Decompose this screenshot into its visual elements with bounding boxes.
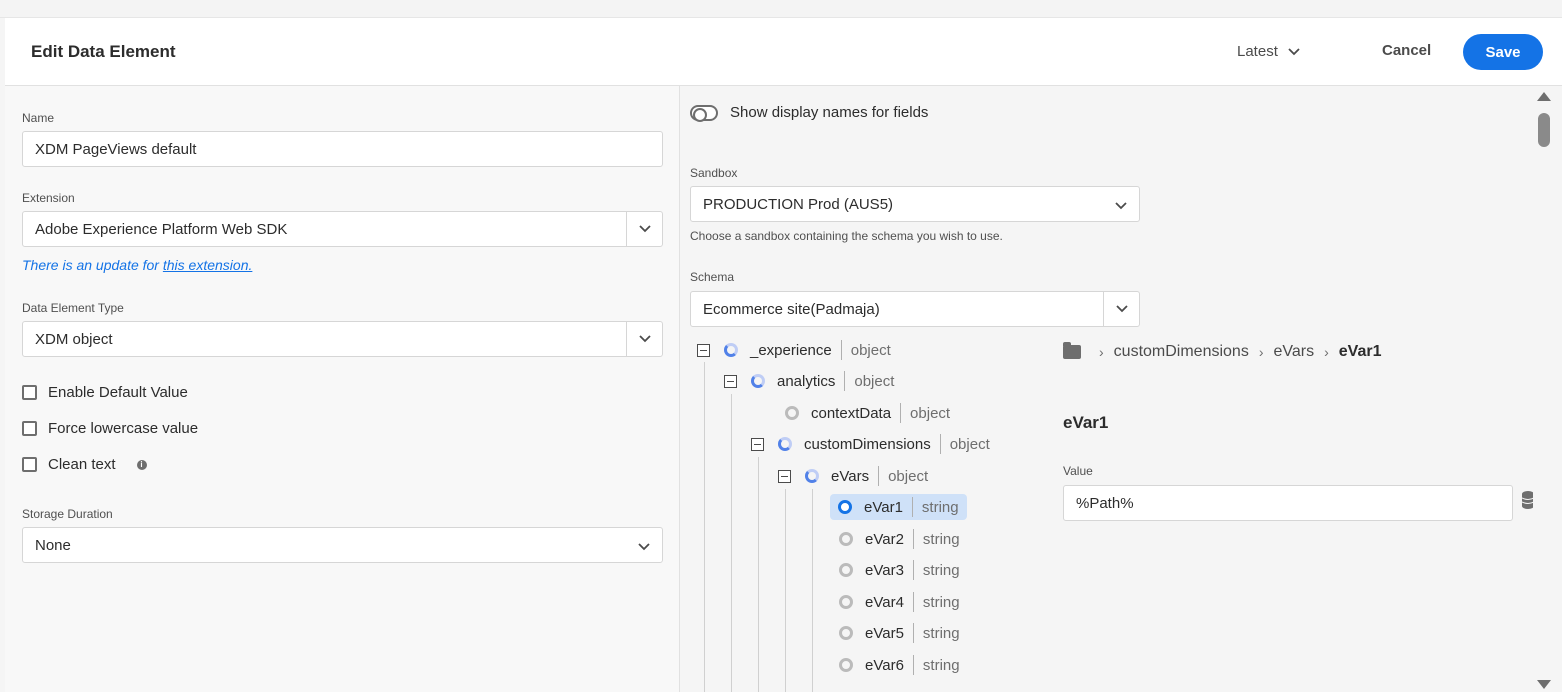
scrollbar-thumb[interactable] <box>1538 113 1550 147</box>
extension-select[interactable]: Adobe Experience Platform Web SDK <box>22 211 663 247</box>
storage-duration-value: None <box>35 536 71 554</box>
checkbox-label: Enable Default Value <box>48 384 188 401</box>
chevron-down-icon <box>638 335 651 343</box>
node-icon <box>839 658 853 672</box>
object-node-icon <box>751 374 765 388</box>
checkbox-label: Clean text <box>48 456 116 473</box>
scroll-up-arrow-icon[interactable] <box>1537 92 1551 101</box>
node-icon <box>839 532 853 546</box>
enable-default-value-checkbox[interactable]: Enable Default Value <box>22 384 188 401</box>
tree-node-evars[interactable]: eVars object <box>778 463 928 489</box>
collapse-icon[interactable] <box>751 437 764 451</box>
tree-guide-line <box>758 457 759 692</box>
object-node-icon <box>805 469 819 483</box>
page-title: Edit Data Element <box>31 42 176 61</box>
checkbox-box[interactable] <box>22 385 37 400</box>
tree-node-evar6[interactable]: eVar6 string <box>839 652 960 678</box>
schema-label: Schema <box>690 270 735 284</box>
schema-dropdown-button[interactable] <box>1103 292 1139 326</box>
chevron-down-icon <box>1115 305 1128 313</box>
node-icon <box>785 406 799 420</box>
name-field[interactable]: XDM PageViews default <box>22 131 663 167</box>
name-label: Name <box>22 111 55 125</box>
checkbox-box[interactable] <box>22 421 37 436</box>
collapse-icon[interactable] <box>778 469 791 483</box>
node-icon <box>839 563 853 577</box>
tree-node-contextdata[interactable]: contextData object <box>785 400 950 426</box>
save-button[interactable]: Save <box>1463 34 1543 70</box>
tree-node-evar4[interactable]: eVar4 string <box>839 589 960 615</box>
tree-guide-line <box>704 362 705 692</box>
extension-value: Adobe Experience Platform Web SDK <box>35 220 288 238</box>
chevron-down-icon <box>1115 197 1127 214</box>
name-value: XDM PageViews default <box>35 140 197 158</box>
schema-value: Ecommerce site(Padmaja) <box>703 300 880 318</box>
chevron-down-icon <box>638 538 650 555</box>
tree-node-evar2[interactable]: eVar2 string <box>839 526 960 552</box>
sandbox-value: PRODUCTION Prod (AUS5) <box>703 195 894 213</box>
display-names-toggle-label: Show display names for fields <box>730 104 929 121</box>
chevron-down-icon <box>1288 47 1300 55</box>
collapse-icon[interactable] <box>697 343 710 357</box>
schema-select[interactable]: Ecommerce site(Padmaja) <box>690 291 1140 327</box>
storage-duration-label: Storage Duration <box>22 507 113 521</box>
field-breadcrumb: › customDimensions › eVars › eVar1 <box>1063 342 1382 361</box>
info-icon[interactable]: i <box>136 459 147 470</box>
tree-node-experience[interactable]: _experience object <box>697 337 891 363</box>
scroll-down-arrow-icon[interactable] <box>1537 680 1551 689</box>
tree-node-evar3[interactable]: eVar3 string <box>839 557 960 583</box>
node-icon <box>839 626 853 640</box>
data-element-type-label: Data Element Type <box>22 301 124 315</box>
force-lowercase-checkbox[interactable]: Force lowercase value <box>22 420 198 437</box>
chevron-down-icon <box>638 225 651 233</box>
type-dropdown-button[interactable] <box>626 322 662 356</box>
tree-guide-line <box>785 489 786 692</box>
version-select[interactable]: Latest <box>1237 43 1300 60</box>
data-element-type-value: XDM object <box>35 330 113 348</box>
tree-node-analytics[interactable]: analytics object <box>724 368 894 394</box>
breadcrumb-item[interactable]: eVars <box>1274 343 1315 361</box>
field-detail-title: eVar1 <box>1063 413 1109 432</box>
object-node-icon <box>778 437 792 451</box>
extension-dropdown-button[interactable] <box>626 212 662 246</box>
data-element-type-select[interactable]: XDM object <box>22 321 663 357</box>
tree-node-evar5[interactable]: eVar5 string <box>839 620 960 646</box>
storage-duration-select[interactable]: None <box>22 527 663 563</box>
checkbox-label: Force lowercase value <box>48 420 199 437</box>
value-input-text: %Path% <box>1076 494 1134 512</box>
extension-label: Extension <box>22 191 75 205</box>
sandbox-label: Sandbox <box>690 166 738 180</box>
object-node-icon <box>724 343 738 357</box>
selected-node-icon <box>838 500 852 514</box>
top-strip <box>0 0 1562 18</box>
version-label: Latest <box>1237 43 1278 60</box>
cancel-button[interactable]: Cancel <box>1382 42 1431 59</box>
display-names-toggle[interactable] <box>690 105 718 122</box>
value-input[interactable]: %Path% <box>1063 485 1513 521</box>
extension-update-link[interactable]: this extension. <box>163 257 253 273</box>
breadcrumb-current: eVar1 <box>1338 343 1382 360</box>
tree-guide-line <box>731 394 732 692</box>
node-icon <box>839 595 853 609</box>
value-label: Value <box>1063 464 1093 478</box>
clean-text-checkbox[interactable]: Clean text i <box>22 456 147 473</box>
sandbox-select[interactable]: PRODUCTION Prod (AUS5) <box>690 186 1140 222</box>
checkbox-box[interactable] <box>22 457 37 472</box>
tree-guide-line <box>812 489 813 692</box>
page-header: Edit Data Element Latest Cancel Save <box>5 18 1562 86</box>
collapse-icon[interactable] <box>724 374 737 388</box>
right-panel-scrollbar[interactable] <box>1533 86 1555 692</box>
folder-icon <box>1063 342 1081 359</box>
tree-node-evar1[interactable]: eVar1 string <box>830 494 967 520</box>
sandbox-helper-text: Choose a sandbox containing the schema y… <box>690 229 1003 243</box>
update-note: There is an update for this extension. <box>22 257 253 273</box>
tree-node-customdimensions[interactable]: customDimensions object <box>751 431 990 457</box>
breadcrumb-item[interactable]: customDimensions <box>1114 343 1249 361</box>
